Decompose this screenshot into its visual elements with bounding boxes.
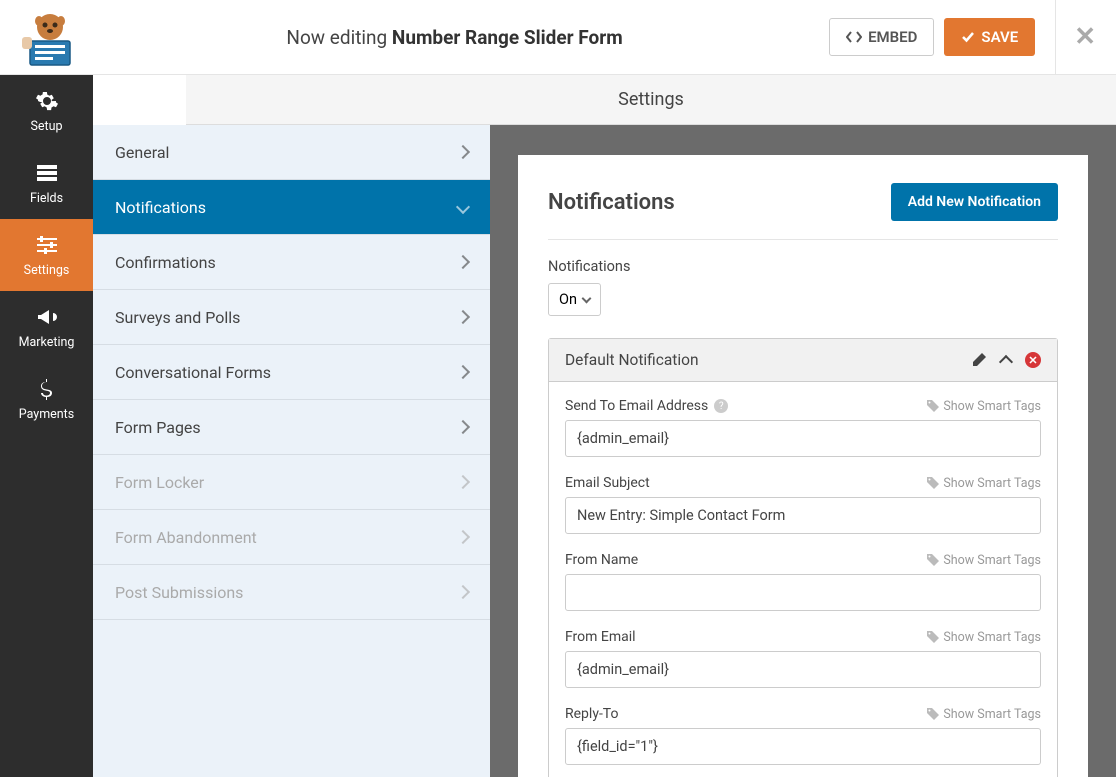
settings-panel: General Notifications Confirmations Surv…	[93, 125, 490, 777]
help-icon[interactable]: ?	[714, 399, 728, 413]
text-input[interactable]	[565, 728, 1041, 765]
check-icon	[961, 30, 975, 44]
show-smart-tags-link[interactable]: Show Smart Tags	[927, 630, 1041, 645]
sidebar-item-marketing[interactable]: Marketing	[0, 291, 93, 363]
field-label: Reply-To	[565, 706, 618, 722]
tag-icon	[927, 400, 939, 412]
chevron-right-icon	[456, 310, 470, 324]
panel-item-post-submissions[interactable]: Post Submissions	[93, 565, 490, 620]
left-sidebar: Setup Fields Settings Marketing Payments	[0, 75, 93, 777]
chevron-down-icon	[582, 294, 592, 304]
form-field: From Email Show Smart Tags	[565, 629, 1041, 688]
panel-item-confirmations[interactable]: Confirmations	[93, 235, 490, 290]
show-smart-tags-link[interactable]: Show Smart Tags	[927, 476, 1041, 491]
form-field: Email Subject Show Smart Tags	[565, 475, 1041, 534]
notification-header: Default Notification ✕	[549, 339, 1057, 382]
panel-item-form-abandonment[interactable]: Form Abandonment	[93, 510, 490, 565]
tag-icon	[927, 631, 939, 643]
form-field: Send To Email Address? Show Smart Tags	[565, 398, 1041, 457]
bullhorn-icon	[35, 305, 59, 329]
chevron-right-icon	[456, 530, 470, 544]
editing-label: Now editing Number Range Slider Form	[80, 26, 829, 49]
panel-item-notifications[interactable]: Notifications	[93, 180, 490, 235]
field-label: Email Subject	[565, 475, 650, 491]
chevron-right-icon	[456, 420, 470, 434]
notifications-toggle-label: Notifications	[548, 258, 1058, 275]
gear-icon	[35, 89, 59, 113]
panel-item-conversational[interactable]: Conversational Forms	[93, 345, 490, 400]
save-button[interactable]: SAVE	[944, 18, 1035, 56]
list-icon	[35, 161, 59, 185]
chevron-right-icon	[456, 585, 470, 599]
panel-item-form-pages[interactable]: Form Pages	[93, 400, 490, 455]
sliders-icon	[35, 233, 59, 257]
show-smart-tags-link[interactable]: Show Smart Tags	[927, 553, 1041, 568]
text-input[interactable]	[565, 574, 1041, 611]
text-input[interactable]	[565, 420, 1041, 457]
field-label: From Email	[565, 629, 636, 645]
panel-item-surveys[interactable]: Surveys and Polls	[93, 290, 490, 345]
text-input[interactable]	[565, 497, 1041, 534]
edit-icon[interactable]	[971, 352, 987, 368]
collapse-icon[interactable]	[999, 355, 1013, 369]
notifications-card: Notifications Add New Notification Notif…	[518, 155, 1088, 777]
form-field: From Name Show Smart Tags	[565, 552, 1041, 611]
text-input[interactable]	[565, 651, 1041, 688]
field-label: From Name	[565, 552, 638, 568]
code-icon	[846, 30, 862, 44]
dollar-icon	[35, 377, 59, 401]
show-smart-tags-link[interactable]: Show Smart Tags	[927, 399, 1041, 414]
chevron-right-icon	[456, 475, 470, 489]
chevron-down-icon	[456, 200, 470, 214]
sidebar-item-settings[interactable]: Settings	[0, 219, 93, 291]
settings-header: Settings	[186, 75, 1116, 125]
panel-item-form-locker[interactable]: Form Locker	[93, 455, 490, 510]
panel-item-general[interactable]: General	[93, 125, 490, 180]
sidebar-item-payments[interactable]: Payments	[0, 363, 93, 435]
notifications-toggle-select[interactable]: On	[548, 283, 601, 316]
main-content: Notifications Add New Notification Notif…	[490, 125, 1116, 777]
tag-icon	[927, 477, 939, 489]
chevron-right-icon	[456, 255, 470, 269]
add-notification-button[interactable]: Add New Notification	[891, 183, 1058, 221]
embed-button[interactable]: EMBED	[829, 18, 934, 56]
sidebar-item-fields[interactable]: Fields	[0, 147, 93, 219]
chevron-right-icon	[456, 365, 470, 379]
sidebar-item-setup[interactable]: Setup	[0, 75, 93, 147]
wpforms-logo-icon	[20, 7, 80, 67]
show-smart-tags-link[interactable]: Show Smart Tags	[927, 707, 1041, 722]
form-field: Reply-To Show Smart Tags	[565, 706, 1041, 765]
top-bar: Now editing Number Range Slider Form EMB…	[0, 0, 1116, 75]
chevron-right-icon	[456, 145, 470, 159]
field-label: Send To Email Address?	[565, 398, 728, 414]
tag-icon	[927, 554, 939, 566]
page-title: Notifications	[548, 190, 675, 215]
delete-icon[interactable]: ✕	[1025, 352, 1041, 368]
close-button[interactable]: ✕	[1055, 0, 1096, 75]
notification-block: Default Notification ✕ Send To Email Add…	[548, 338, 1058, 777]
tag-icon	[927, 708, 939, 720]
